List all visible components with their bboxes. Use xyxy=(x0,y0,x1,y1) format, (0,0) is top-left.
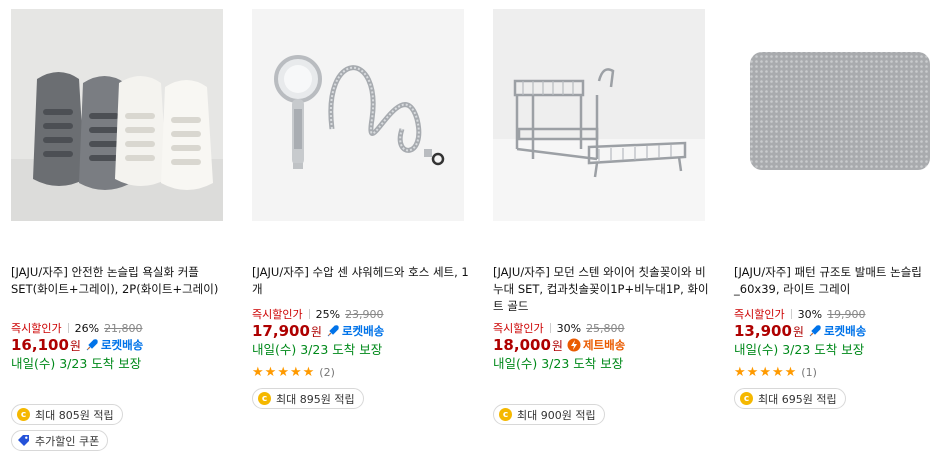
divider xyxy=(308,309,310,319)
delivery-promise: 내일(수) 3/23 도착 보장 xyxy=(493,356,624,371)
reward-text: 최대 695원 적립 xyxy=(758,392,837,406)
review-count: (1) xyxy=(801,366,817,379)
star-icon: ★ xyxy=(252,365,264,380)
price-row: 16,100 원 로켓배송 xyxy=(11,336,143,354)
coin-icon: c xyxy=(740,392,753,405)
star-icon: ★ xyxy=(771,365,784,380)
divider xyxy=(549,323,551,333)
reward-pill[interactable]: c 최대 695원 적립 xyxy=(734,388,846,409)
discount-row: 즉시할인가 30% 25,800 xyxy=(493,320,625,336)
star-icon: ★ xyxy=(746,365,759,380)
reward-text: 최대 895원 적립 xyxy=(276,392,355,406)
coupon-pill[interactable]: 추가할인 쿠폰 xyxy=(11,430,109,451)
rocket-delivery-badge: 로켓배송 xyxy=(85,337,143,353)
price-row: 18,000 원 제트배송 xyxy=(493,336,625,354)
sale-price: 18,000 xyxy=(493,336,551,354)
currency-unit: 원 xyxy=(792,324,804,339)
rocket-icon xyxy=(327,325,339,337)
coupon-tag-icon xyxy=(18,435,29,446)
original-price: 23,900 xyxy=(345,307,384,321)
sale-price: 13,900 xyxy=(734,322,792,340)
product-image-shower-head[interactable] xyxy=(252,9,464,221)
original-price: 21,800 xyxy=(104,321,143,335)
rocket-delivery-badge: 로켓배송 xyxy=(808,323,866,339)
price-row: 17,900 원 로켓배송 xyxy=(252,322,384,340)
rocket-icon xyxy=(809,325,821,337)
product-image-bath-mat[interactable] xyxy=(734,9,945,221)
badge-label: 제트배송 xyxy=(582,338,626,352)
star-icon: ★ xyxy=(264,365,277,380)
rocket-icon xyxy=(86,339,98,351)
currency-unit: 원 xyxy=(551,338,563,353)
delivery-promise: 내일(수) 3/23 도착 보장 xyxy=(252,342,383,357)
star-icon: ★ xyxy=(289,365,302,380)
discount-label: 즉시할인가 xyxy=(252,308,303,321)
currency-unit: 원 xyxy=(310,324,322,339)
coin-icon: c xyxy=(17,408,30,421)
reward-text: 최대 805원 적립 xyxy=(35,408,114,422)
divider xyxy=(67,323,69,333)
discount-rate: 25% xyxy=(315,307,341,321)
coupon-text: 추가할인 쿠폰 xyxy=(35,434,100,448)
rocket-delivery-badge: 로켓배송 xyxy=(326,323,384,339)
star-icon: ★ xyxy=(302,365,315,380)
discount-rate: 30% xyxy=(556,321,582,335)
original-price: 19,900 xyxy=(827,307,866,321)
lightning-icon xyxy=(567,338,581,352)
sale-price: 16,100 xyxy=(11,336,69,354)
delivery-promise: 내일(수) 3/23 도착 보장 xyxy=(11,356,142,371)
delivery-promise: 내일(수) 3/23 도착 보장 xyxy=(734,342,865,357)
discount-row: 즉시할인가 26% 21,800 xyxy=(11,320,143,336)
star-icon: ★ xyxy=(784,365,797,380)
coin-icon: c xyxy=(499,408,512,421)
star-icon: ★ xyxy=(759,365,771,380)
discount-label: 즉시할인가 xyxy=(493,322,544,335)
reward-pill[interactable]: c 최대 805원 적립 xyxy=(11,404,123,425)
sale-price: 17,900 xyxy=(252,322,310,340)
jet-delivery-badge: 제트배송 xyxy=(567,337,625,353)
product-image-toothbrush-holder[interactable] xyxy=(493,9,705,221)
star-rating[interactable]: ★ ★ ★ ★ ★ (2) xyxy=(252,366,335,379)
review-count: (2) xyxy=(319,366,335,379)
price-row: 13,900 원 로켓배송 xyxy=(734,322,866,340)
discount-rate: 30% xyxy=(797,307,823,321)
product-grid: [JAJU/자주] 안전한 논슬립 욕실화 커플SET(화이트+그레이), 2P… xyxy=(0,0,945,460)
reward-pill[interactable]: c 최대 895원 적립 xyxy=(252,388,364,409)
discount-label: 즉시할인가 xyxy=(11,322,62,335)
discount-label: 즉시할인가 xyxy=(734,308,785,321)
product-title[interactable]: [JAJU/자주] 패턴 규조토 발매트 논슬립_60x39, 라이트 그레이 xyxy=(734,264,945,298)
discount-row: 즉시할인가 25% 23,900 xyxy=(252,306,384,322)
star-icon: ★ xyxy=(734,365,746,380)
divider xyxy=(790,309,792,319)
star-icon: ★ xyxy=(277,365,289,380)
reward-pill[interactable]: c 최대 900원 적립 xyxy=(493,404,605,425)
badge-label: 로켓배송 xyxy=(823,324,867,338)
currency-unit: 원 xyxy=(69,338,81,353)
product-image-slippers[interactable] xyxy=(11,9,223,221)
product-title[interactable]: [JAJU/자주] 안전한 논슬립 욕실화 커플SET(화이트+그레이), 2P… xyxy=(11,264,229,298)
product-title[interactable]: [JAJU/자주] 모던 스텐 와이어 칫솔꽂이와 비누대 SET, 컵과칫솔꽂… xyxy=(493,264,711,315)
product-title[interactable]: [JAJU/자주] 수압 센 샤워헤드와 호스 세트, 1개 xyxy=(252,264,470,298)
reward-text: 최대 900원 적립 xyxy=(517,408,596,422)
discount-row: 즉시할인가 30% 19,900 xyxy=(734,306,866,322)
badge-label: 로켓배송 xyxy=(341,324,385,338)
star-rating[interactable]: ★ ★ ★ ★ ★ (1) xyxy=(734,366,817,379)
coin-icon: c xyxy=(258,392,271,405)
discount-rate: 26% xyxy=(74,321,100,335)
badge-label: 로켓배송 xyxy=(100,338,144,352)
original-price: 25,800 xyxy=(586,321,625,335)
